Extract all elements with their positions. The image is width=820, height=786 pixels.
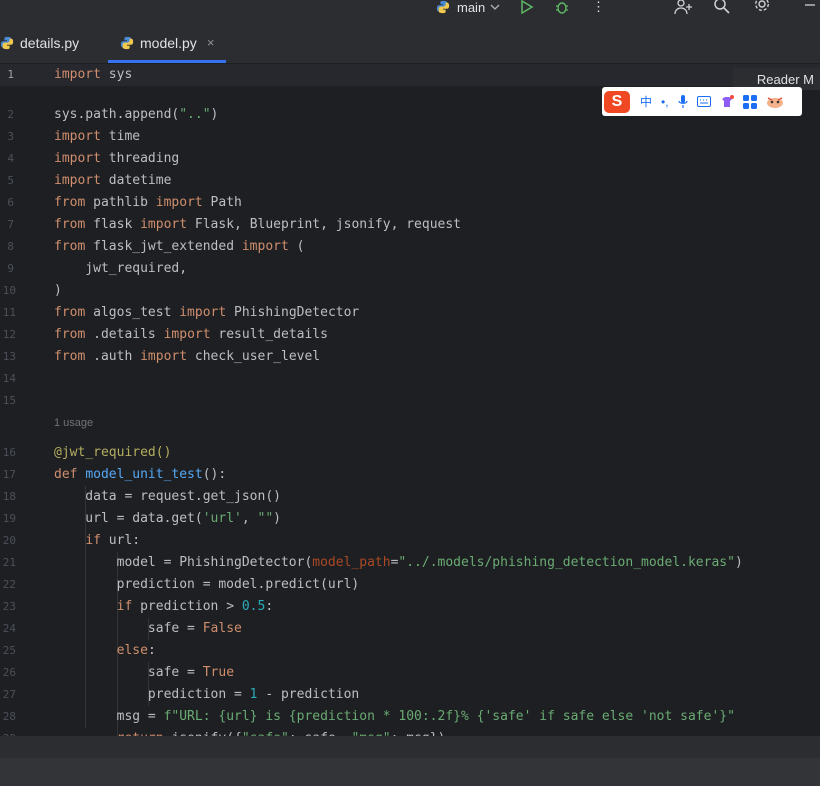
line-number: 26 [2, 666, 16, 679]
code-line[interactable]: if url: [54, 533, 140, 548]
line-number: 6 [7, 196, 14, 209]
line-number: 16 [2, 446, 16, 459]
tab-label: model.py [140, 34, 197, 51]
line-number: 14 [2, 372, 16, 385]
skin-icon[interactable] [720, 94, 734, 109]
add-user-button[interactable] [674, 0, 692, 14]
punctuation-toggle[interactable]: •, [661, 95, 669, 109]
code-line[interactable]: from pathlib import Path [54, 195, 242, 210]
chevron-down-icon [490, 4, 500, 10]
code-line[interactable]: safe = True [54, 665, 234, 680]
code-line[interactable]: from algos_test import PhishingDetector [54, 305, 359, 320]
bottom-panel [0, 736, 820, 786]
more-icon: ⋮ [592, 0, 605, 14]
keyboard-icon[interactable] [696, 95, 711, 108]
line-number: 5 [7, 174, 14, 187]
play-icon [521, 0, 534, 14]
code-line[interactable]: from .auth import check_user_level [54, 349, 320, 364]
code-line[interactable]: import time [54, 129, 140, 144]
code-line[interactable]: @jwt_required() [54, 445, 171, 460]
run-button[interactable] [520, 0, 534, 14]
code-editor[interactable]: 1 2 3 4 5 6 7 8 9 10 11 12 13 14 15 16 17 18 19 20 21 22 23 24 2… [0, 64, 820, 736]
line-number: 19 [2, 512, 16, 525]
debug-button[interactable] [555, 0, 569, 14]
status-bar [0, 758, 820, 786]
usage-inlay-hint[interactable]: 1 usage [54, 417, 93, 429]
line-number: 23 [2, 600, 16, 613]
settings-button[interactable] [754, 0, 770, 14]
line-number: 7 [7, 218, 14, 231]
line-number: 4 [7, 152, 14, 165]
add-user-icon [674, 0, 692, 14]
line-number: 27 [2, 688, 16, 701]
python-file-icon [120, 36, 134, 49]
code-line[interactable]: model = PhishingDetector(model_path="../… [54, 555, 743, 570]
code-line[interactable]: import sys [54, 67, 132, 82]
line-number: 21 [2, 556, 16, 569]
code-line[interactable]: from flask import Flask, Blueprint, json… [54, 217, 461, 232]
ime-toolbar: S 中 •, [602, 87, 802, 116]
line-number: 18 [2, 490, 16, 503]
line-number: 22 [2, 578, 16, 591]
search-button[interactable] [714, 0, 730, 14]
line-number: 15 [2, 394, 16, 407]
tab-details-py[interactable]: details.py [0, 22, 79, 63]
code-line[interactable]: jwt_required, [54, 261, 187, 276]
toolbox-grid-icon[interactable] [742, 94, 757, 109]
branch-selector[interactable]: main [435, 0, 500, 15]
tab-model-py[interactable]: model.py × [108, 22, 227, 63]
line-number: 20 [2, 534, 16, 547]
branch-label: main [457, 0, 486, 15]
code-line[interactable]: data = request.get_json() [54, 489, 281, 504]
bug-icon [556, 2, 568, 14]
line-number: 13 [2, 350, 16, 363]
line-number: 8 [7, 240, 14, 253]
code-line[interactable]: if prediction > 0.5: [54, 599, 274, 614]
reader-mode-label: Reader M [756, 71, 814, 87]
line-number: 9 [7, 262, 14, 275]
editor-tab-bar: details.py model.py × [0, 22, 820, 64]
minimize-icon [805, 4, 815, 6]
main-toolbar: main ⋮ [0, 0, 820, 22]
python-file-icon [0, 36, 14, 49]
search-icon [714, 0, 730, 14]
sogou-logo-icon[interactable]: S [604, 90, 630, 113]
tab-label: details.py [20, 34, 80, 51]
microphone-icon[interactable] [677, 94, 688, 109]
close-icon[interactable]: × [207, 35, 215, 50]
window-minimize-button[interactable] [804, 0, 816, 14]
code-line[interactable]: safe = False [54, 621, 242, 636]
ime-mode-toggle[interactable]: 中 [640, 93, 652, 110]
code-line[interactable]: ) [54, 283, 62, 298]
code-line[interactable]: sys.path.append("..") [54, 107, 218, 122]
code-line[interactable]: import threading [54, 151, 179, 166]
line-number: 28 [2, 710, 16, 723]
line-number: 25 [2, 644, 16, 657]
line-number: 3 [7, 130, 14, 143]
line-number: 17 [2, 468, 16, 481]
mascot-icon[interactable] [766, 95, 784, 109]
code-line[interactable]: import datetime [54, 173, 171, 188]
line-number: 12 [2, 328, 16, 341]
line-number: 11 [2, 306, 16, 319]
code-line[interactable]: prediction = model.predict(url) [54, 577, 360, 592]
line-number: 2 [7, 108, 14, 121]
code-line[interactable]: msg = f"URL: {url} is {prediction * 100:… [54, 709, 735, 724]
code-line[interactable]: from .details import result_details [54, 327, 328, 342]
code-line[interactable]: else: [54, 643, 156, 658]
code-line[interactable]: from flask_jwt_extended import ( [54, 239, 304, 254]
python-icon [436, 0, 450, 14]
code-line[interactable]: url = data.get('url', "") [54, 511, 281, 526]
gear-icon [755, 0, 769, 11]
line-number: 1 [7, 68, 14, 81]
line-number: 24 [2, 622, 16, 635]
more-actions-button[interactable]: ⋮ [592, 0, 605, 14]
line-number: 10 [2, 284, 16, 297]
code-line[interactable]: def model_unit_test(): [54, 467, 226, 482]
code-line[interactable]: prediction = 1 - prediction [54, 687, 359, 702]
